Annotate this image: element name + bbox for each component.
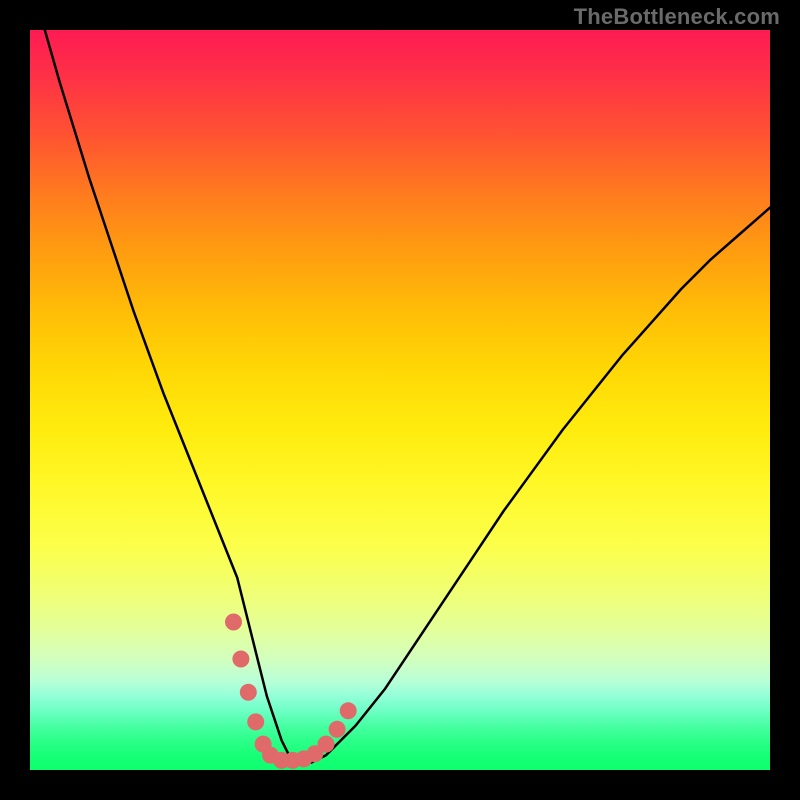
curve-marker — [225, 614, 242, 631]
watermark-text: TheBottleneck.com — [574, 4, 780, 30]
curve-marker — [240, 684, 257, 701]
plot-area — [30, 30, 770, 770]
curve-marker — [329, 721, 346, 738]
curve-marker — [232, 651, 249, 668]
chart-overlay-svg — [30, 30, 770, 770]
bottleneck-curve — [45, 30, 770, 763]
curve-marker — [318, 736, 335, 753]
curve-marker — [247, 713, 264, 730]
curve-marker — [340, 702, 357, 719]
chart-frame: TheBottleneck.com — [0, 0, 800, 800]
